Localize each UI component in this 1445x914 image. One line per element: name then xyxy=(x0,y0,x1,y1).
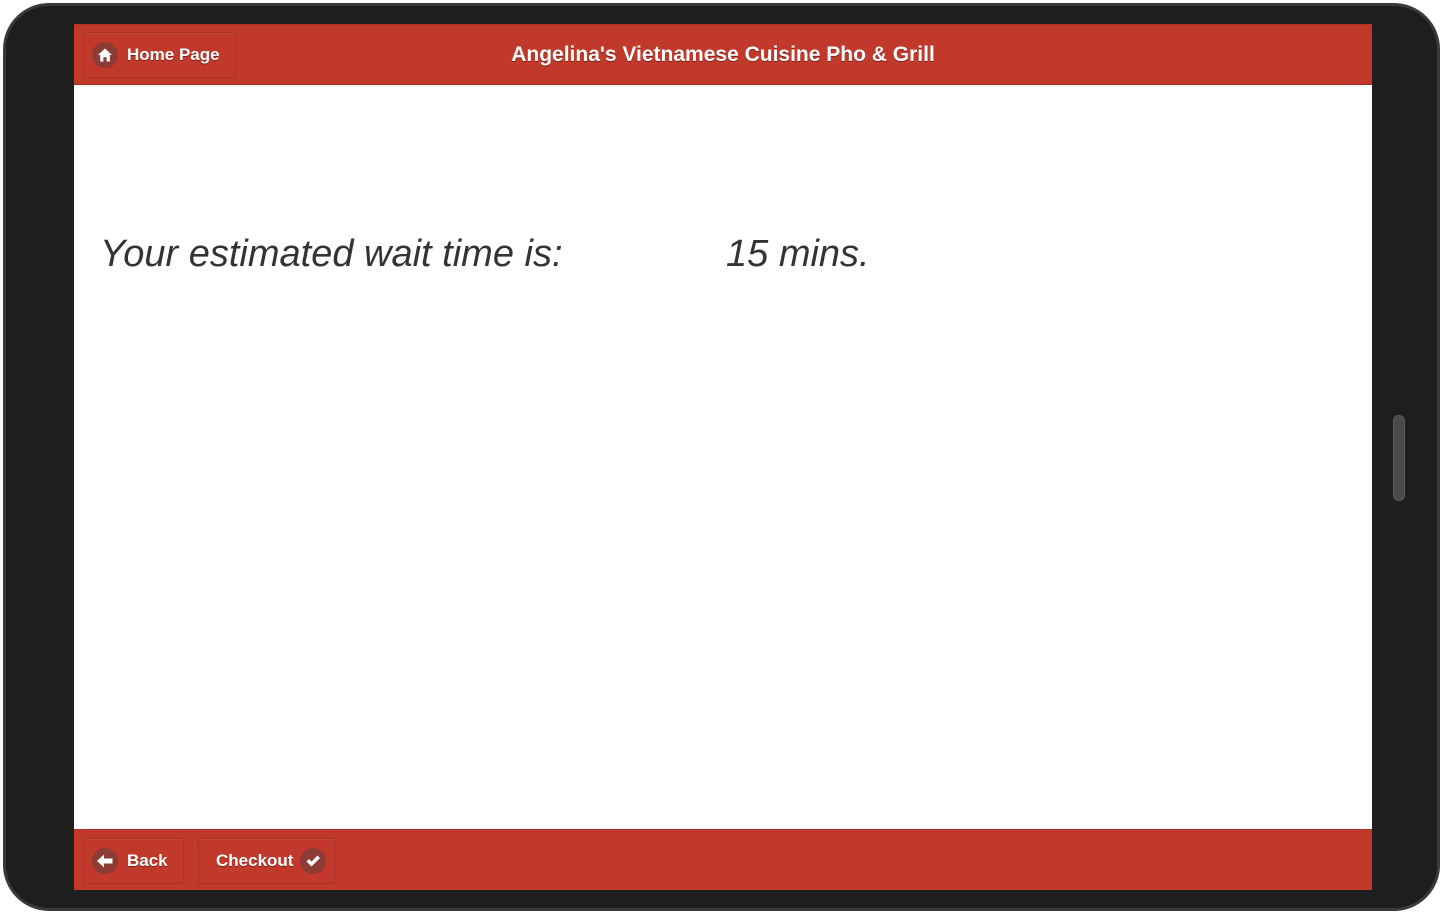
home-icon xyxy=(92,42,118,68)
checkout-button[interactable]: Checkout xyxy=(198,838,335,884)
wait-time-value: 15 mins. xyxy=(726,233,870,275)
arrow-left-icon xyxy=(92,848,118,874)
page-title: Angelina's Vietnamese Cuisine Pho & Gril… xyxy=(511,43,935,66)
footer-bar: Back Checkout xyxy=(74,829,1372,890)
device-side-button xyxy=(1393,415,1405,501)
home-page-button[interactable]: Home Page xyxy=(83,32,236,78)
checkout-label: Checkout xyxy=(216,851,294,870)
main-content: Your estimated wait time is: 15 mins. xyxy=(74,85,1372,829)
header-bar: Angelina's Vietnamese Cuisine Pho & Gril… xyxy=(74,24,1372,85)
checkmark-icon xyxy=(300,848,327,874)
back-button[interactable]: Back xyxy=(83,838,184,884)
back-label: Back xyxy=(127,851,168,870)
app-screen: Angelina's Vietnamese Cuisine Pho & Gril… xyxy=(74,24,1372,890)
tablet-device: Angelina's Vietnamese Cuisine Pho & Gril… xyxy=(0,0,1445,914)
home-page-label: Home Page xyxy=(127,45,220,64)
wait-time-label: Your estimated wait time is: xyxy=(100,233,563,275)
